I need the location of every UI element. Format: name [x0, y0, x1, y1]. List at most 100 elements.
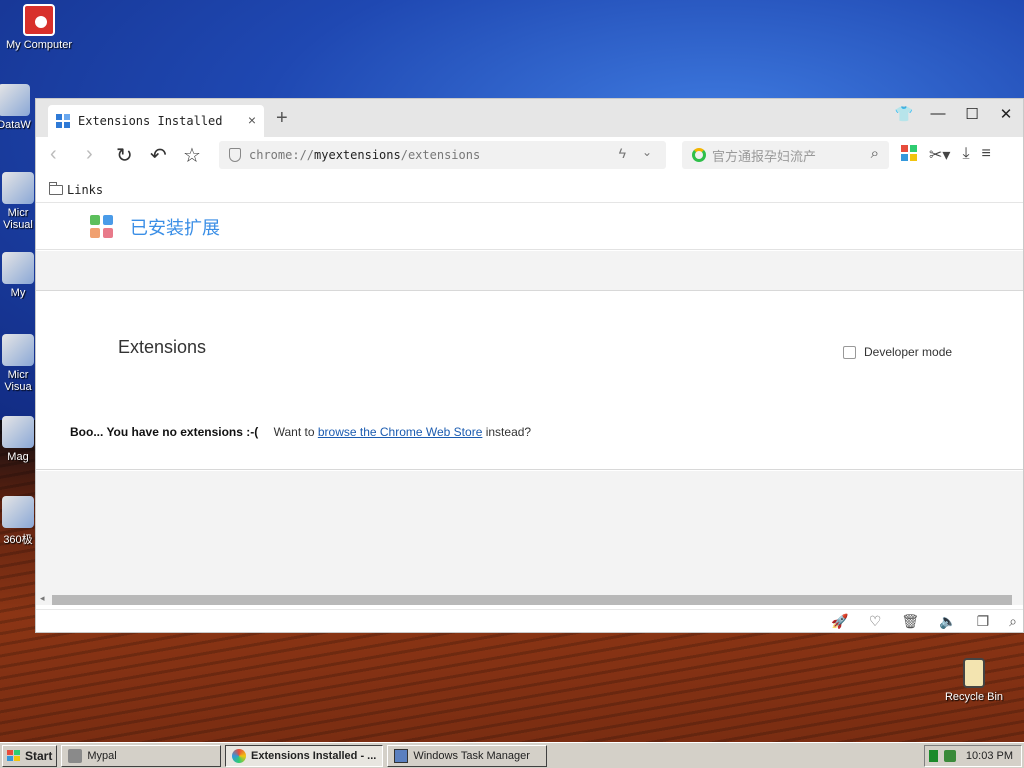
maximize-button[interactable]: ☐	[955, 105, 989, 123]
navigation-toolbar: ‹ › ↻ ↶ ☆ chrome://myextensions/extensio…	[36, 137, 1023, 177]
clock[interactable]: 10:03 PM	[966, 750, 1013, 762]
browser-shortcut-icon	[2, 496, 34, 528]
scissors-icon[interactable]: ✂▾	[929, 145, 950, 165]
taskbar-item-label: Extensions Installed - ...	[251, 749, 377, 762]
battery-tray-icon[interactable]	[928, 750, 938, 762]
rocket-icon[interactable]: 🚀	[831, 613, 848, 630]
developer-mode-checkbox[interactable]	[843, 345, 856, 359]
forward-button[interactable]: ›	[86, 143, 93, 166]
taskbar: Start Mypal Extensions Installed - ... W…	[0, 742, 1024, 768]
developer-mode-toggle[interactable]: Developer mode	[843, 345, 952, 359]
tab-strip: Extensions Installed × + 👕 — ☐ ✕	[36, 99, 1023, 137]
extensions-logo-icon	[90, 214, 114, 239]
search-placeholder: 官方通报孕妇流产	[712, 148, 817, 164]
content-background	[36, 471, 1023, 593]
undo-close-button[interactable]: ↶	[150, 143, 167, 168]
desktop-icon-my-computer[interactable]: My Computer	[1, 4, 77, 51]
taskbar-item-label: Mypal	[87, 749, 117, 762]
mypal-icon	[68, 748, 83, 763]
desktop-icon-label: Recycle Bin	[944, 691, 1004, 703]
taskbar-item-task-manager[interactable]: Windows Task Manager	[387, 744, 548, 767]
network-tray-icon[interactable]	[943, 750, 956, 762]
lightning-icon[interactable]: ϟ	[619, 145, 626, 161]
extensions-favicon-icon	[56, 114, 70, 128]
security-shield-icon	[229, 148, 241, 162]
address-bar[interactable]: chrome://myextensions/extensions ϟ ⌄	[219, 141, 666, 169]
taskbar-item-extensions-installed[interactable]: Extensions Installed - ...	[225, 744, 384, 767]
bookmark-folder-links[interactable]: Links	[67, 183, 103, 197]
minimize-button[interactable]: —	[921, 105, 955, 123]
search-icon[interactable]: ⌕	[871, 145, 879, 162]
volume-icon[interactable]: 🔈	[939, 613, 956, 630]
windows-flag-icon	[7, 749, 21, 762]
status-bar-icons: 🚀 ♡ 🗑 🔈 ❐ ⌕	[831, 613, 1017, 630]
my-computer-icon	[23, 4, 55, 36]
trash-icon[interactable]: 🗑	[901, 613, 919, 630]
desktop-icon-label: Mag	[7, 451, 29, 463]
desktop-icon-micr-visual[interactable]: Micr Visual	[0, 172, 36, 231]
developer-mode-label: Developer mode	[864, 345, 953, 359]
window-controls: 👕 — ☐ ✕	[887, 105, 1023, 123]
status-bar: 🚀 ♡ 🗑 🔈 ❐ ⌕	[36, 609, 1023, 632]
bookmarks-bar: Links	[36, 177, 1023, 203]
folder-icon	[2, 416, 34, 448]
empty-message-prefix: Want to	[273, 425, 318, 439]
app-shortcut-icon	[2, 252, 34, 284]
empty-message-suffix: instead?	[485, 425, 532, 439]
web-store-link[interactable]: browse the Chrome Web Store	[318, 425, 483, 439]
start-label: Start	[25, 748, 53, 763]
desktop-icon-mag[interactable]: Mag	[0, 416, 36, 463]
tab-close-icon[interactable]: ×	[248, 112, 256, 128]
address-url: chrome://myextensions/extensions	[249, 148, 481, 162]
horizontal-scrollbar[interactable]: ◂	[36, 593, 1023, 605]
browser-icon	[232, 748, 247, 763]
scroll-left-icon[interactable]: ◂	[40, 593, 45, 604]
favorite-star-icon[interactable]: ☆	[183, 143, 201, 168]
tab-title: Extensions Installed	[78, 114, 223, 128]
desktop-icon-label: 360极	[3, 534, 33, 546]
desktop-icon-360[interactable]: 360极	[0, 496, 36, 547]
download-icon[interactable]: ⤓	[962, 145, 969, 165]
empty-message-bold: Boo... You have no extensions :-(	[70, 425, 259, 439]
folder-icon	[49, 181, 63, 195]
toolbar-icons: ✂▾ ⤓ ≡	[901, 145, 991, 165]
extensions-content: Extensions Developer mode Boo... You hav…	[36, 292, 1023, 470]
reload-button[interactable]: ↻	[116, 143, 133, 168]
desktop-icon-my[interactable]: My	[0, 252, 36, 299]
header-divider-band	[36, 251, 1023, 291]
desktop-icon-micr-visua[interactable]: Micr Visua	[0, 334, 36, 393]
start-button[interactable]: Start	[2, 744, 58, 767]
desktop-icon-label: DataW	[0, 119, 31, 131]
page-title: 已安装扩展	[130, 217, 220, 238]
desktop-icon-dataw[interactable]: DataW	[0, 84, 36, 131]
close-window-button[interactable]: ✕	[989, 105, 1023, 123]
app-shortcut-icon	[0, 84, 30, 116]
empty-extensions-message: Boo... You have no extensions :-( Want t…	[70, 425, 531, 439]
back-button[interactable]: ‹	[50, 143, 57, 166]
taskbar-item-label: Windows Task Manager	[413, 749, 530, 762]
desktop-icon-label: Micr Visual	[3, 207, 33, 231]
page-header: 已安装扩展	[36, 204, 1023, 250]
taskbar-item-mypal[interactable]: Mypal	[61, 744, 222, 767]
skin-icon[interactable]: 👕	[887, 105, 921, 123]
heartbeat-icon[interactable]: ♡	[869, 613, 882, 630]
recycle-bin-icon	[963, 658, 985, 688]
window-copy-icon[interactable]: ❐	[977, 613, 990, 630]
desktop-icon-label: Micr Visua	[4, 369, 32, 393]
menu-icon[interactable]: ≡	[982, 145, 991, 165]
apps-tiles-icon[interactable]	[901, 145, 917, 161]
system-tray: 10:03 PM	[924, 745, 1022, 767]
desktop-icon-recycle-bin[interactable]: Recycle Bin	[936, 658, 1012, 703]
desktop-icon-label: My	[10, 287, 26, 299]
search-engine-icon	[692, 148, 706, 162]
app-shortcut-icon	[2, 172, 34, 204]
scrollbar-thumb[interactable]	[52, 595, 1012, 605]
zoom-icon[interactable]: ⌕	[1009, 613, 1017, 630]
new-tab-button[interactable]: +	[276, 107, 288, 130]
browser-window: Extensions Installed × + 👕 — ☐ ✕ ‹ › ↻ ↶…	[35, 98, 1024, 633]
app-shortcut-icon	[2, 334, 34, 366]
tab-extensions-installed[interactable]: Extensions Installed ×	[48, 105, 264, 137]
search-box[interactable]: 官方通报孕妇流产 ⌕	[682, 141, 889, 169]
chevron-down-icon[interactable]: ⌄	[642, 145, 652, 159]
task-manager-icon	[394, 748, 409, 763]
